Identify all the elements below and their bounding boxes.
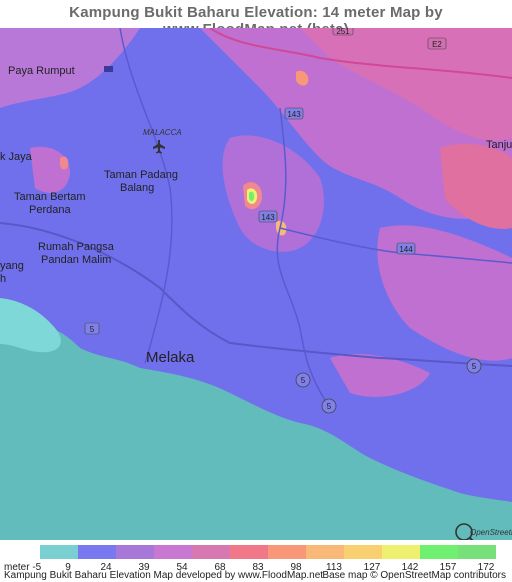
- city-label: Melaka: [146, 349, 195, 366]
- elevation-legend: meter -5 9 24 39 54 68 83 98 113 127 142 157 172 Kam…: [0, 541, 512, 582]
- road-shield: 143: [258, 210, 278, 223]
- road-shield: 5: [84, 322, 100, 335]
- road-shield: 251: [332, 28, 354, 36]
- elevation-map[interactable]: E2 143 143 144 5 5 5 5 251 Paya Rumput M…: [0, 28, 512, 540]
- road-shield: E2: [427, 37, 447, 50]
- place-label: Rumah Pangsa: [38, 241, 115, 253]
- legend-swatch: [192, 545, 230, 559]
- legend-swatch: [458, 545, 496, 559]
- svg-text:143: 143: [261, 213, 275, 222]
- title-bar: Kampung Bukit Baharu Elevation: 14 meter…: [0, 0, 512, 38]
- place-label: yang: [0, 260, 24, 272]
- svg-text:5: 5: [301, 376, 306, 385]
- legend-swatch: [382, 545, 420, 559]
- map-canvas[interactable]: E2 143 143 144 5 5 5 5 251 Paya Rumput M…: [0, 28, 512, 540]
- legend-swatch: [306, 545, 344, 559]
- place-label: Pandan Malim: [41, 254, 111, 266]
- legend-swatch: [420, 545, 458, 559]
- place-label: h: [0, 273, 6, 285]
- place-label: Balang: [120, 182, 154, 194]
- road-shield: 5: [466, 358, 482, 374]
- legend-swatch: [344, 545, 382, 559]
- footer-credit: Kampung Bukit Baharu Elevation Map devel…: [4, 570, 324, 581]
- osm-watermark: OpenStreetMap: [470, 528, 512, 537]
- legend-swatch: [40, 545, 78, 559]
- svg-text:5: 5: [472, 362, 477, 371]
- road-shield: 5: [321, 398, 337, 414]
- place-label: Taman Padang: [104, 169, 178, 181]
- marker-icon: [104, 66, 113, 72]
- road-shield: 143: [284, 107, 304, 120]
- svg-text:E2: E2: [432, 40, 442, 49]
- place-label: Taman Bertam: [14, 191, 86, 203]
- svg-text:144: 144: [399, 245, 413, 254]
- legend-swatch: [116, 545, 154, 559]
- legend-swatch: [154, 545, 192, 559]
- svg-text:143: 143: [287, 110, 301, 119]
- legend-swatch: [78, 545, 116, 559]
- place-label: Perdana: [29, 204, 71, 216]
- svg-text:5: 5: [90, 325, 95, 334]
- road-shield: 144: [396, 242, 416, 255]
- svg-text:5: 5: [327, 402, 332, 411]
- place-label: Tanjung: [486, 139, 512, 151]
- legend-swatch: [268, 545, 306, 559]
- place-label: k Jaya: [0, 151, 33, 163]
- place-label: MALACCA: [143, 128, 182, 137]
- legend-swatch: [230, 545, 268, 559]
- place-label: Paya Rumput: [8, 65, 75, 77]
- footer-attribution: Base map © OpenStreetMap contributors: [322, 570, 506, 581]
- svg-text:251: 251: [336, 28, 350, 36]
- road-shield: 5: [295, 372, 311, 388]
